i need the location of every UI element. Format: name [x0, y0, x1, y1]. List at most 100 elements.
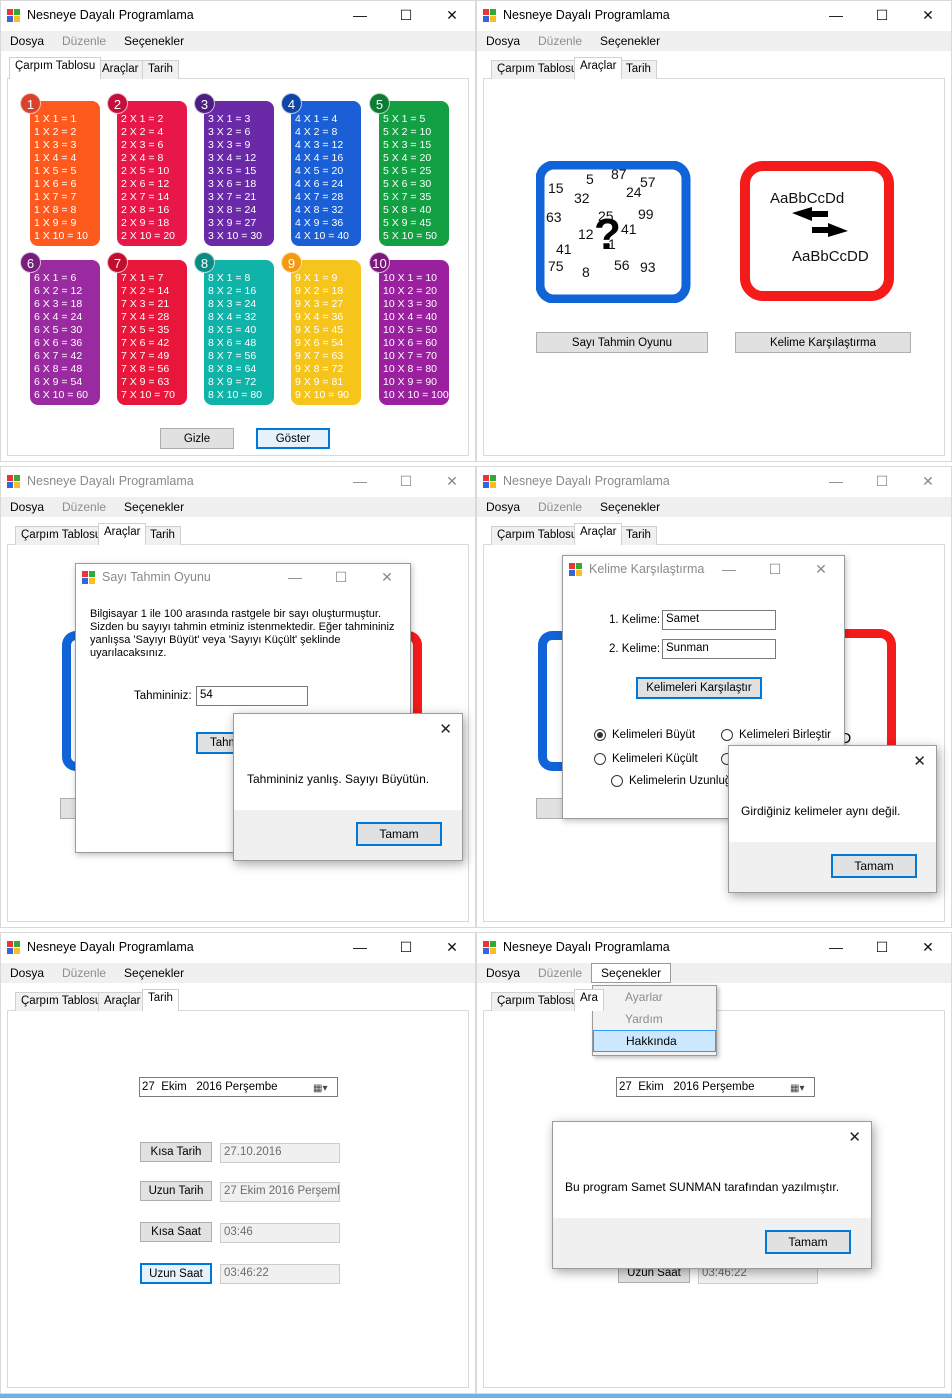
- guess-input[interactable]: 54: [196, 686, 308, 706]
- tab-araclar[interactable]: Araçlar: [574, 57, 623, 79]
- date-picker[interactable]: 27 Ekim 2016 Perşembe ▦▾: [616, 1077, 815, 1097]
- maximize-icon[interactable]: ☐: [752, 556, 798, 582]
- tab-tarih[interactable]: Tarih: [620, 60, 657, 79]
- close-icon[interactable]: ✕: [905, 467, 951, 495]
- menu-secenekler[interactable]: Seçenekler: [115, 500, 193, 514]
- menu-duzenle[interactable]: Düzenle: [53, 34, 115, 48]
- maximize-icon[interactable]: ☐: [859, 1, 905, 29]
- menu-secenekler[interactable]: Seçenekler: [591, 500, 669, 514]
- radio-length[interactable]: [611, 775, 623, 787]
- tab-araclar[interactable]: Araçlar: [98, 992, 147, 1011]
- maximize-icon[interactable]: ☐: [859, 467, 905, 495]
- close-icon[interactable]: ✕: [905, 1, 951, 29]
- menu-dosya[interactable]: Dosya: [477, 34, 529, 48]
- tab-tarih[interactable]: Tarih: [620, 526, 657, 545]
- close-icon[interactable]: ✕: [429, 933, 475, 961]
- menu-dosya[interactable]: Dosya: [477, 500, 529, 514]
- long-date-field[interactable]: 27 Ekim 2016 Perşembe: [220, 1182, 340, 1202]
- menu-dosya[interactable]: Dosya: [1, 966, 53, 980]
- number-guess-button[interactable]: Sayı Tahmin Oyunu: [536, 332, 708, 353]
- long-time-button[interactable]: Uzun Saat: [140, 1263, 212, 1284]
- maximize-icon[interactable]: ☐: [859, 933, 905, 961]
- tab-araclar[interactable]: Araçlar: [98, 523, 147, 545]
- tab-araclar[interactable]: Ara: [574, 989, 604, 1011]
- title-bar[interactable]: Nesneye Dayalı Programlama — ☐ ✕: [1, 933, 475, 961]
- maximize-icon[interactable]: ☐: [318, 564, 364, 590]
- minimize-icon[interactable]: —: [706, 556, 752, 582]
- close-icon[interactable]: ✕: [429, 1, 475, 29]
- close-icon[interactable]: ✕: [905, 933, 951, 961]
- maximize-icon[interactable]: ☐: [383, 933, 429, 961]
- long-time-field[interactable]: 03:46:22: [220, 1264, 340, 1284]
- tab-tarih[interactable]: Tarih: [144, 526, 181, 545]
- close-icon[interactable]: ✕: [364, 564, 410, 590]
- ok-button[interactable]: Tamam: [765, 1230, 851, 1254]
- title-bar[interactable]: Nesneye Dayalı Programlama — ☐ ✕: [1, 467, 475, 495]
- minimize-icon[interactable]: —: [813, 933, 859, 961]
- calendar-dropdown-icon[interactable]: ▦▾: [790, 1080, 812, 1094]
- tab-araclar[interactable]: Araçlar: [96, 60, 145, 79]
- menu-secenekler[interactable]: Seçenekler: [591, 34, 669, 48]
- long-date-button[interactable]: Uzun Tarih: [140, 1181, 212, 1201]
- tab-araclar[interactable]: Araçlar: [574, 523, 623, 545]
- menu-item-hakkinda[interactable]: Hakkında: [593, 1030, 716, 1052]
- tab-carpim-tablosu[interactable]: Çarpım Tablosu: [15, 526, 108, 545]
- word-compare-icon[interactable]: AaBbCcDd AaBbCcDD: [740, 161, 896, 303]
- dialog-title-bar[interactable]: Sayı Tahmin Oyunu — ☐ ✕: [76, 564, 410, 590]
- tab-carpim-tablosu[interactable]: Çarpım Tablosu: [491, 60, 584, 79]
- show-button[interactable]: Göster: [256, 428, 330, 449]
- minimize-icon[interactable]: —: [813, 467, 859, 495]
- radio-join[interactable]: [721, 729, 733, 741]
- title-bar[interactable]: Nesneye Dayalı Programlama — ☐ ✕: [477, 1, 951, 29]
- title-bar[interactable]: Nesneye Dayalı Programlama — ☐ ✕: [477, 467, 951, 495]
- menu-secenekler[interactable]: Seçenekler: [591, 963, 672, 983]
- menu-duzenle[interactable]: Düzenle: [529, 500, 591, 514]
- tab-carpim-tablosu[interactable]: Çarpım Tablosu: [491, 992, 584, 1011]
- word2-input[interactable]: Sunman: [662, 639, 776, 659]
- menu-secenekler[interactable]: Seçenekler: [115, 966, 193, 980]
- menu-duzenle[interactable]: Düzenle: [529, 966, 591, 980]
- minimize-icon[interactable]: —: [337, 467, 383, 495]
- title-bar[interactable]: Nesneye Dayalı Programlama — ☐ ✕: [477, 933, 951, 961]
- short-time-button[interactable]: Kısa Saat: [140, 1222, 212, 1242]
- tab-carpim-tablosu[interactable]: Çarpım Tablosu: [15, 992, 108, 1011]
- menu-item-ayarlar[interactable]: Ayarlar: [593, 986, 716, 1008]
- menu-secenekler[interactable]: Seçenekler: [115, 34, 193, 48]
- number-guess-icon[interactable]: 15 5 87 57 32 24 63 99 12 41 1 41 75 8 5…: [536, 161, 692, 303]
- menu-duzenle[interactable]: Düzenle: [53, 500, 115, 514]
- menu-duzenle[interactable]: Düzenle: [529, 34, 591, 48]
- maximize-icon[interactable]: ☐: [383, 467, 429, 495]
- maximize-icon[interactable]: ☐: [383, 1, 429, 29]
- word1-input[interactable]: Samet: [662, 610, 776, 630]
- minimize-icon[interactable]: —: [337, 933, 383, 961]
- minimize-icon[interactable]: —: [813, 1, 859, 29]
- compare-words-button[interactable]: Kelimeleri Karşılaştır: [636, 677, 762, 699]
- radio-upper[interactable]: [594, 729, 606, 741]
- short-time-field[interactable]: 03:46: [220, 1223, 340, 1243]
- tab-carpim-tablosu[interactable]: Çarpım Tablosu: [491, 526, 584, 545]
- hide-button[interactable]: Gizle: [160, 428, 234, 449]
- ok-button[interactable]: Tamam: [831, 854, 917, 878]
- dialog-title-bar[interactable]: Kelime Karşılaştırma — ☐ ✕: [563, 556, 844, 582]
- close-icon[interactable]: ✕: [913, 752, 926, 770]
- calendar-dropdown-icon[interactable]: ▦▾: [313, 1080, 335, 1094]
- minimize-icon[interactable]: —: [337, 1, 383, 29]
- close-icon[interactable]: ✕: [439, 720, 452, 738]
- close-icon[interactable]: ✕: [429, 467, 475, 495]
- title-bar[interactable]: Nesneye Dayalı Programlama — ☐ ✕: [1, 1, 475, 29]
- menu-dosya[interactable]: Dosya: [477, 966, 529, 980]
- menu-duzenle[interactable]: Düzenle: [53, 966, 115, 980]
- menu-dosya[interactable]: Dosya: [1, 34, 53, 48]
- short-date-button[interactable]: Kısa Tarih: [140, 1142, 212, 1162]
- menu-dosya[interactable]: Dosya: [1, 500, 53, 514]
- tab-carpim-tablosu[interactable]: Çarpım Tablosu: [9, 57, 102, 79]
- word-compare-button[interactable]: Kelime Karşılaştırma: [735, 332, 911, 353]
- minimize-icon[interactable]: —: [272, 564, 318, 590]
- close-icon[interactable]: ✕: [798, 556, 844, 582]
- close-icon[interactable]: ✕: [848, 1128, 861, 1146]
- tab-tarih[interactable]: Tarih: [142, 60, 179, 79]
- tab-tarih[interactable]: Tarih: [142, 989, 179, 1011]
- short-date-field[interactable]: 27.10.2016: [220, 1143, 340, 1163]
- menu-item-yardim[interactable]: Yardım: [593, 1008, 716, 1030]
- ok-button[interactable]: Tamam: [356, 822, 442, 846]
